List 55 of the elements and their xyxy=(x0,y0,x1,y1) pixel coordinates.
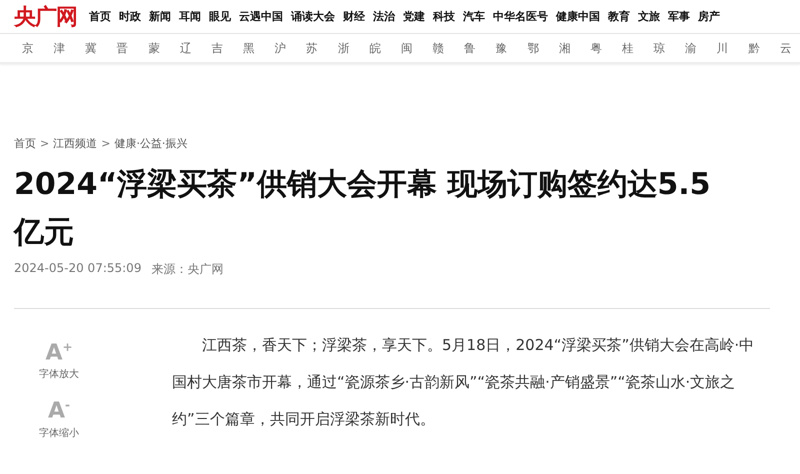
article-title: 2024“浮梁买茶”供销大会开幕 现场订购签约达5.5亿元 xyxy=(14,166,712,252)
province-link[interactable]: 蒙 xyxy=(148,40,160,56)
nav-link[interactable]: 党建 xyxy=(403,9,425,24)
nav-link[interactable]: 科技 xyxy=(433,9,455,24)
province-link[interactable]: 桂 xyxy=(622,40,634,56)
province-link[interactable]: 黑 xyxy=(243,40,256,56)
province-link[interactable]: 皖 xyxy=(369,40,382,56)
province-link[interactable]: 川 xyxy=(716,40,729,56)
nav-link[interactable]: 诵读大会 xyxy=(291,9,335,24)
breadcrumb-separator: > xyxy=(101,137,110,150)
breadcrumb-separator: > xyxy=(40,137,50,150)
nav-link[interactable]: 汽车 xyxy=(463,9,485,24)
province-link[interactable]: 京 xyxy=(22,40,34,56)
province-link[interactable]: 鄂 xyxy=(527,40,540,56)
nav-link[interactable]: 耳闻 xyxy=(179,9,201,24)
article-paragraph: 江西茶，香天下；浮梁茶，享天下。5月18日，2024“浮梁买茶”供销大会在高岭·中国村大唐茶市开幕，通过“瓷源茶乡·古韵新风”“瓷茶共融·产销盛景”“瓷茶山水·文旅之约”三个篇章，共同开启浮梁茶新时代。 xyxy=(172,335,756,430)
nav-link[interactable]: 财经 xyxy=(343,9,365,24)
nav-link[interactable]: 法治 xyxy=(373,9,395,24)
province-link[interactable]: 琼 xyxy=(654,40,666,56)
font-size-button[interactable]: A$^{-}$ 字体缩小 xyxy=(34,393,84,440)
nav-link[interactable]: 新闻 xyxy=(149,9,171,24)
breadcrumb-link[interactable]: 江西频道 xyxy=(53,136,98,151)
breadcrumb-link[interactable]: 健康·公益·振兴 xyxy=(114,136,188,151)
breadcrumb-link[interactable]: 首页 xyxy=(14,136,36,151)
nav-link[interactable]: 时政 xyxy=(119,9,141,24)
province-link[interactable]: 晋 xyxy=(116,40,129,56)
nav-link[interactable]: 首页 xyxy=(89,9,111,24)
province-link[interactable]: 浙 xyxy=(338,40,350,56)
province-link[interactable]: 苏 xyxy=(306,40,318,56)
province-link[interactable]: 豫 xyxy=(496,40,508,56)
nav-link[interactable]: 教育 xyxy=(608,9,630,24)
nav-link[interactable]: 房产 xyxy=(698,9,720,24)
province-link[interactable]: 云 xyxy=(780,40,792,56)
nav-link[interactable]: 眼见 xyxy=(209,9,231,24)
province-link[interactable]: 辽 xyxy=(180,40,192,56)
province-link[interactable]: 鲁 xyxy=(464,40,476,56)
nav-link[interactable]: 军事 xyxy=(668,9,690,24)
province-link[interactable]: 沪 xyxy=(274,40,287,56)
province-link[interactable]: 渝 xyxy=(685,40,698,56)
site-logo[interactable]: 央广网 xyxy=(14,2,77,32)
province-link[interactable]: 吉 xyxy=(211,40,224,56)
province-link[interactable]: 赣 xyxy=(432,40,445,56)
nav-link[interactable]: 云遇中国 xyxy=(239,9,283,24)
province-link[interactable]: 黔 xyxy=(748,40,760,56)
font-size-button[interactable]: A$^{+}$ 字体放大 xyxy=(34,335,84,382)
province-link[interactable]: 冀 xyxy=(85,40,98,56)
nav-link[interactable]: 中华名医号 xyxy=(493,9,548,24)
article-source: 来源：央广网 xyxy=(151,261,224,278)
province-link[interactable]: 湘 xyxy=(558,40,571,56)
province-link[interactable]: 粤 xyxy=(590,40,602,56)
nav-link[interactable]: 文旅 xyxy=(638,9,660,24)
nav-link[interactable]: 健康中国 xyxy=(556,9,600,24)
publish-date: 2024-05-20 07:55:09 xyxy=(14,261,142,277)
province-link[interactable]: 津 xyxy=(54,40,66,56)
province-link[interactable]: 闽 xyxy=(400,40,413,56)
